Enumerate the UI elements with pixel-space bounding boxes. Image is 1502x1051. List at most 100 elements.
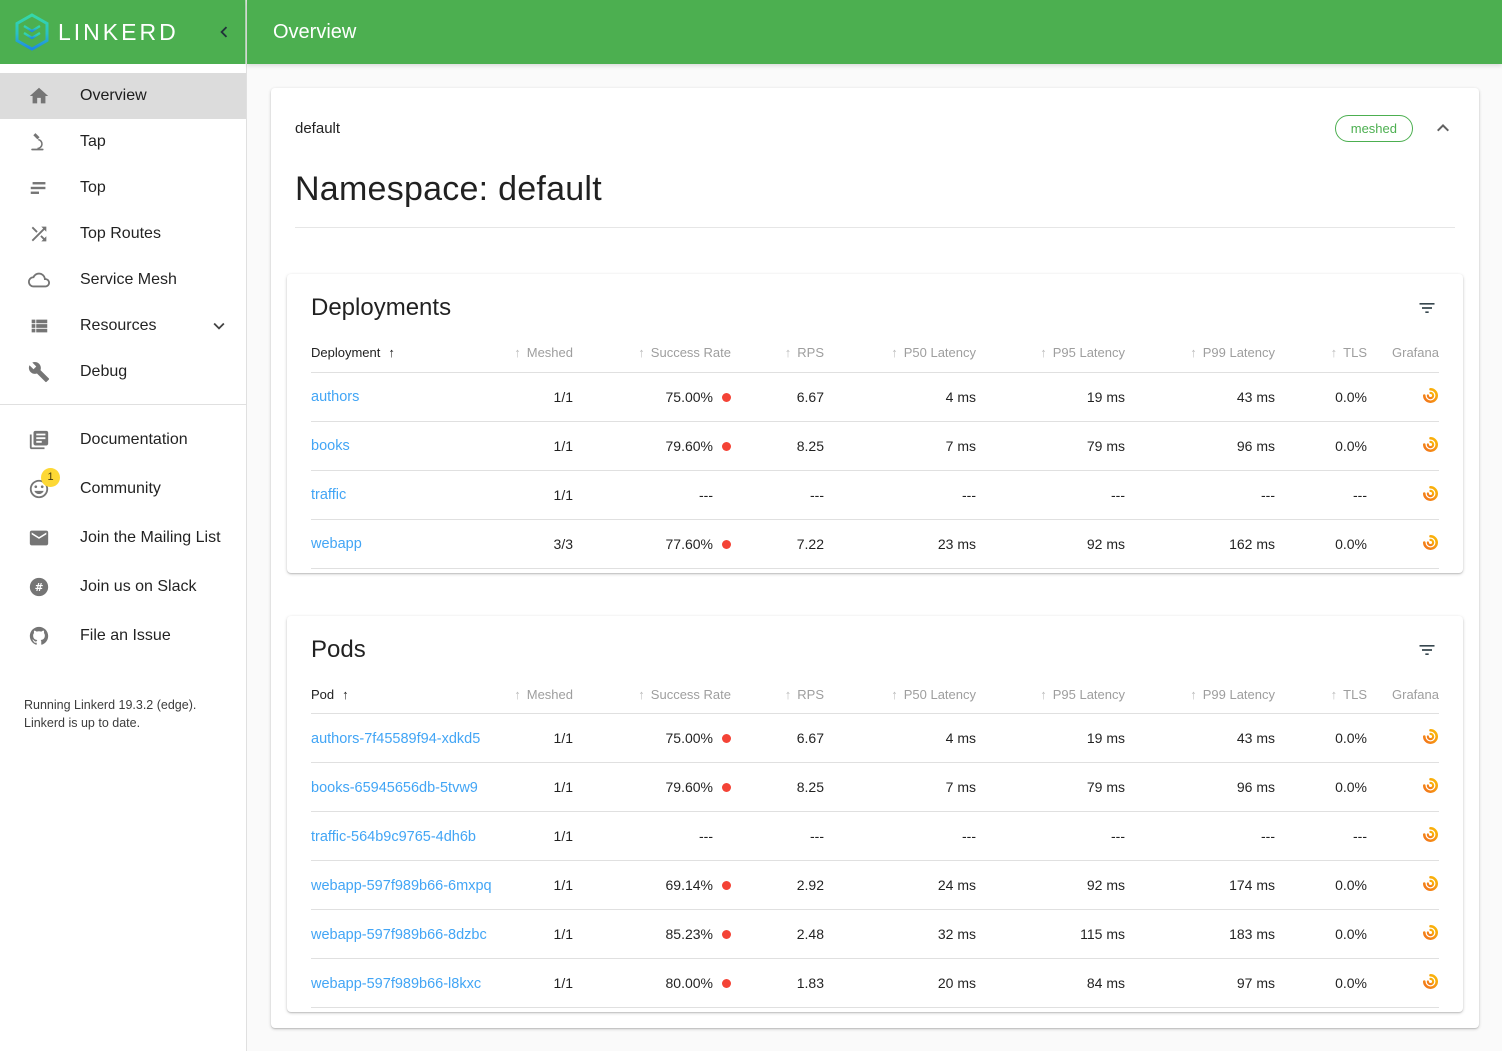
sidebar-item-label: Service Mesh xyxy=(80,271,230,289)
p99-latency-value: 183 ms xyxy=(1125,910,1275,959)
resource-link[interactable]: authors-7f45589f94-xdkd5 xyxy=(311,731,480,747)
sidebar-item-join-the-mailing-list[interactable]: Join the Mailing List xyxy=(0,513,246,562)
p50-latency-value: 4 ms xyxy=(824,372,976,421)
sidebar: LINKERD Overview Tap Top Top Ro xyxy=(0,0,247,1051)
sidebar-item-community[interactable]: 1 Community xyxy=(0,464,246,513)
meshed-value: 1/1 xyxy=(511,372,573,421)
p95-latency-value: 92 ms xyxy=(976,861,1125,910)
resource-link[interactable]: books-65945656db-5tvw9 xyxy=(311,780,478,796)
grafana-link[interactable] xyxy=(1422,728,1439,745)
p95-latency-value: 84 ms xyxy=(976,959,1125,1008)
success-rate-value: 85.23% xyxy=(573,910,731,959)
status-dot xyxy=(722,734,731,743)
sort-header-success-rate[interactable]: ↑Success Rate xyxy=(573,334,731,372)
p95-latency-value: 115 ms xyxy=(976,910,1125,959)
sidebar-item-top[interactable]: Top xyxy=(0,165,246,211)
sidebar-item-debug[interactable]: Debug xyxy=(0,349,246,395)
table-header-row: Deployment↑↑Meshed↑Success Rate↑RPS↑P50 … xyxy=(311,334,1439,372)
sidebar-item-label: Join the Mailing List xyxy=(80,529,230,547)
namespace-title: Namespace: default xyxy=(295,170,1455,209)
success-rate-value: 77.60% xyxy=(573,519,731,568)
status-dot xyxy=(722,442,731,451)
grafana-link[interactable] xyxy=(1422,924,1439,941)
grafana-link[interactable] xyxy=(1422,973,1439,990)
success-rate-value: --- xyxy=(573,812,731,861)
table-row: books 1/1 79.60% 8.25 7 ms 79 ms 96 ms 0… xyxy=(311,421,1439,470)
resource-link[interactable]: webapp-597f989b66-6mxpq xyxy=(311,878,492,894)
sidebar-item-label: Documentation xyxy=(80,431,230,449)
tls-value: 0.0% xyxy=(1275,421,1367,470)
chevron-up-icon[interactable] xyxy=(1431,116,1455,140)
meshed-value: 3/3 xyxy=(511,519,573,568)
resource-link[interactable]: webapp-597f989b66-l8kxc xyxy=(311,976,481,992)
sort-arrow-icon: ↑ xyxy=(891,687,898,702)
sidebar-item-service-mesh[interactable]: Service Mesh xyxy=(0,257,246,303)
grafana-icon xyxy=(1422,924,1439,941)
resource-link[interactable]: traffic xyxy=(311,487,346,503)
sort-header-p95-latency[interactable]: ↑P95 Latency xyxy=(976,334,1125,372)
sidebar-item-overview[interactable]: Overview xyxy=(0,73,246,119)
sort-header-rps[interactable]: ↑RPS xyxy=(731,676,824,714)
sort-header-meshed[interactable]: ↑Meshed xyxy=(511,676,573,714)
top-icon xyxy=(27,176,51,200)
resource-link[interactable]: webapp xyxy=(311,536,362,552)
status-dot xyxy=(722,881,731,890)
sort-header-success-rate[interactable]: ↑Success Rate xyxy=(573,676,731,714)
table-row: authors 1/1 75.00% 6.67 4 ms 19 ms 43 ms… xyxy=(311,372,1439,421)
sidebar-item-join-us-on-slack[interactable]: # Join us on Slack xyxy=(0,562,246,611)
library-icon xyxy=(27,428,51,452)
success-rate-value: 79.60% xyxy=(573,763,731,812)
content-area: default meshed Namespace: default Deploy… xyxy=(247,64,1502,1051)
sidebar-item-documentation[interactable]: Documentation xyxy=(0,415,246,464)
filter-icon[interactable] xyxy=(1417,298,1437,318)
meshed-value: 1/1 xyxy=(511,812,573,861)
sort-header-p50-latency[interactable]: ↑P50 Latency xyxy=(824,334,976,372)
grafana-link[interactable] xyxy=(1422,436,1439,453)
sort-header-p99-latency[interactable]: ↑P99 Latency xyxy=(1125,334,1275,372)
p99-latency-value: 43 ms xyxy=(1125,372,1275,421)
sort-header-tls[interactable]: ↑TLS xyxy=(1275,676,1367,714)
sidebar-item-tap[interactable]: Tap xyxy=(0,119,246,165)
sidebar-item-top-routes[interactable]: Top Routes xyxy=(0,211,246,257)
sort-header-deployment[interactable]: Deployment↑ xyxy=(311,334,511,372)
table-header-row: Pod↑↑Meshed↑Success Rate↑RPS↑P50 Latency… xyxy=(311,676,1439,714)
resource-link[interactable]: authors xyxy=(311,389,359,405)
grafana-link[interactable] xyxy=(1422,875,1439,892)
p95-latency-value: --- xyxy=(976,812,1125,861)
tls-value: 0.0% xyxy=(1275,519,1367,568)
sort-header-pod[interactable]: Pod↑ xyxy=(311,676,511,714)
sidebar-item-resources[interactable]: Resources xyxy=(0,303,246,349)
table-title: Pods xyxy=(311,636,1417,664)
shuffle-icon xyxy=(27,222,51,246)
resource-link[interactable]: traffic-564b9c9765-4dh6b xyxy=(311,829,476,845)
success-rate-value: 79.60% xyxy=(573,421,731,470)
sort-header-p50-latency[interactable]: ↑P50 Latency xyxy=(824,676,976,714)
resource-link[interactable]: books xyxy=(311,438,350,454)
filter-icon[interactable] xyxy=(1417,640,1437,660)
status-dot xyxy=(722,930,731,939)
success-rate-value: 80.00% xyxy=(573,959,731,1008)
resource-link[interactable]: webapp-597f989b66-8dzbc xyxy=(311,927,487,943)
chevron-down-icon[interactable] xyxy=(208,315,230,337)
sort-header-rps[interactable]: ↑RPS xyxy=(731,334,824,372)
list-icon xyxy=(27,314,51,338)
sort-header-meshed[interactable]: ↑Meshed xyxy=(511,334,573,372)
sort-arrow-icon: ↑ xyxy=(514,345,521,360)
sidebar-item-file-an-issue[interactable]: File an Issue xyxy=(0,611,246,660)
sort-header-tls[interactable]: ↑TLS xyxy=(1275,334,1367,372)
grafana-link[interactable] xyxy=(1422,826,1439,843)
grafana-link[interactable] xyxy=(1422,534,1439,551)
tls-value: 0.0% xyxy=(1275,910,1367,959)
sort-header-p99-latency[interactable]: ↑P99 Latency xyxy=(1125,676,1275,714)
p99-latency-value: 43 ms xyxy=(1125,714,1275,763)
meshed-value: 1/1 xyxy=(511,910,573,959)
divider xyxy=(295,227,1455,228)
grafana-link[interactable] xyxy=(1422,485,1439,502)
version-info: Running Linkerd 19.3.2 (edge). Linkerd i… xyxy=(0,696,246,732)
grafana-link[interactable] xyxy=(1422,777,1439,794)
brand-name: LINKERD xyxy=(58,19,213,46)
sort-header-p95-latency[interactable]: ↑P95 Latency xyxy=(976,676,1125,714)
collapse-sidebar-icon[interactable] xyxy=(213,21,235,43)
status-dot xyxy=(722,783,731,792)
grafana-link[interactable] xyxy=(1422,387,1439,404)
